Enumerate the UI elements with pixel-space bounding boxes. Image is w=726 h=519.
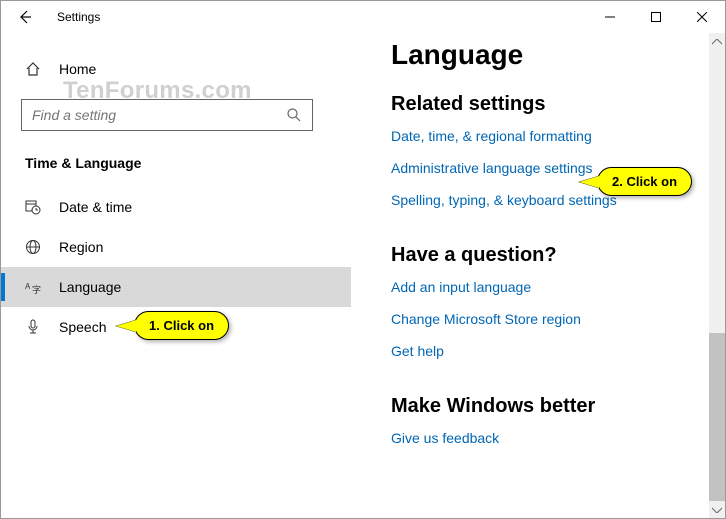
chevron-down-icon xyxy=(712,507,722,513)
nav-label: Language xyxy=(59,279,121,295)
close-icon xyxy=(697,12,707,22)
page-title: Language xyxy=(391,39,725,71)
back-button[interactable] xyxy=(1,1,49,33)
nav-label: Speech xyxy=(59,319,106,335)
calendar-clock-icon xyxy=(25,199,41,215)
nav-speech[interactable]: Speech xyxy=(1,307,351,347)
link-change-store-region[interactable]: Change Microsoft Store region xyxy=(391,311,725,327)
main-panel: Language Related settings Date, time, & … xyxy=(351,33,725,518)
nav-language[interactable]: A字 Language xyxy=(1,267,351,307)
chevron-up-icon xyxy=(712,39,722,45)
back-icon xyxy=(17,9,33,25)
link-get-help[interactable]: Get help xyxy=(391,343,725,359)
microphone-icon xyxy=(25,319,41,335)
link-date-regional[interactable]: Date, time, & regional formatting xyxy=(391,128,725,144)
related-settings-header: Related settings xyxy=(391,93,725,116)
scroll-down-arrow[interactable] xyxy=(709,501,725,518)
better-header: Make Windows better xyxy=(391,395,725,418)
globe-icon xyxy=(25,239,41,255)
titlebar: Settings xyxy=(1,1,725,33)
window-controls xyxy=(587,1,725,33)
nav-date-time[interactable]: Date & time xyxy=(1,187,351,227)
home-nav[interactable]: Home xyxy=(1,53,351,85)
search-input-container[interactable] xyxy=(21,99,313,131)
svg-text:A: A xyxy=(25,282,31,291)
link-spelling-keyboard[interactable]: Spelling, typing, & keyboard settings xyxy=(391,192,725,208)
maximize-button[interactable] xyxy=(633,1,679,33)
home-label: Home xyxy=(59,61,96,77)
scroll-thumb[interactable] xyxy=(709,333,725,501)
window-title: Settings xyxy=(57,10,100,24)
language-icon: A字 xyxy=(25,279,41,295)
minimize-button[interactable] xyxy=(587,1,633,33)
close-button[interactable] xyxy=(679,1,725,33)
link-feedback[interactable]: Give us feedback xyxy=(391,430,725,446)
question-header: Have a question? xyxy=(391,244,725,267)
link-add-input-language[interactable]: Add an input language xyxy=(391,279,725,295)
nav-label: Date & time xyxy=(59,199,132,215)
home-icon xyxy=(25,61,41,77)
svg-text:字: 字 xyxy=(32,284,41,295)
maximize-icon xyxy=(651,12,661,22)
scroll-up-arrow[interactable] xyxy=(709,33,725,50)
nav-label: Region xyxy=(59,239,103,255)
search-icon xyxy=(286,107,302,123)
scrollbar[interactable] xyxy=(709,33,725,518)
minimize-icon xyxy=(605,12,615,22)
category-header: Time & Language xyxy=(1,151,351,187)
sidebar: Home Time & Language Date & time Region … xyxy=(1,33,351,518)
nav-region[interactable]: Region xyxy=(1,227,351,267)
search-input[interactable] xyxy=(32,107,286,123)
link-admin-language[interactable]: Administrative language settings xyxy=(391,160,725,176)
